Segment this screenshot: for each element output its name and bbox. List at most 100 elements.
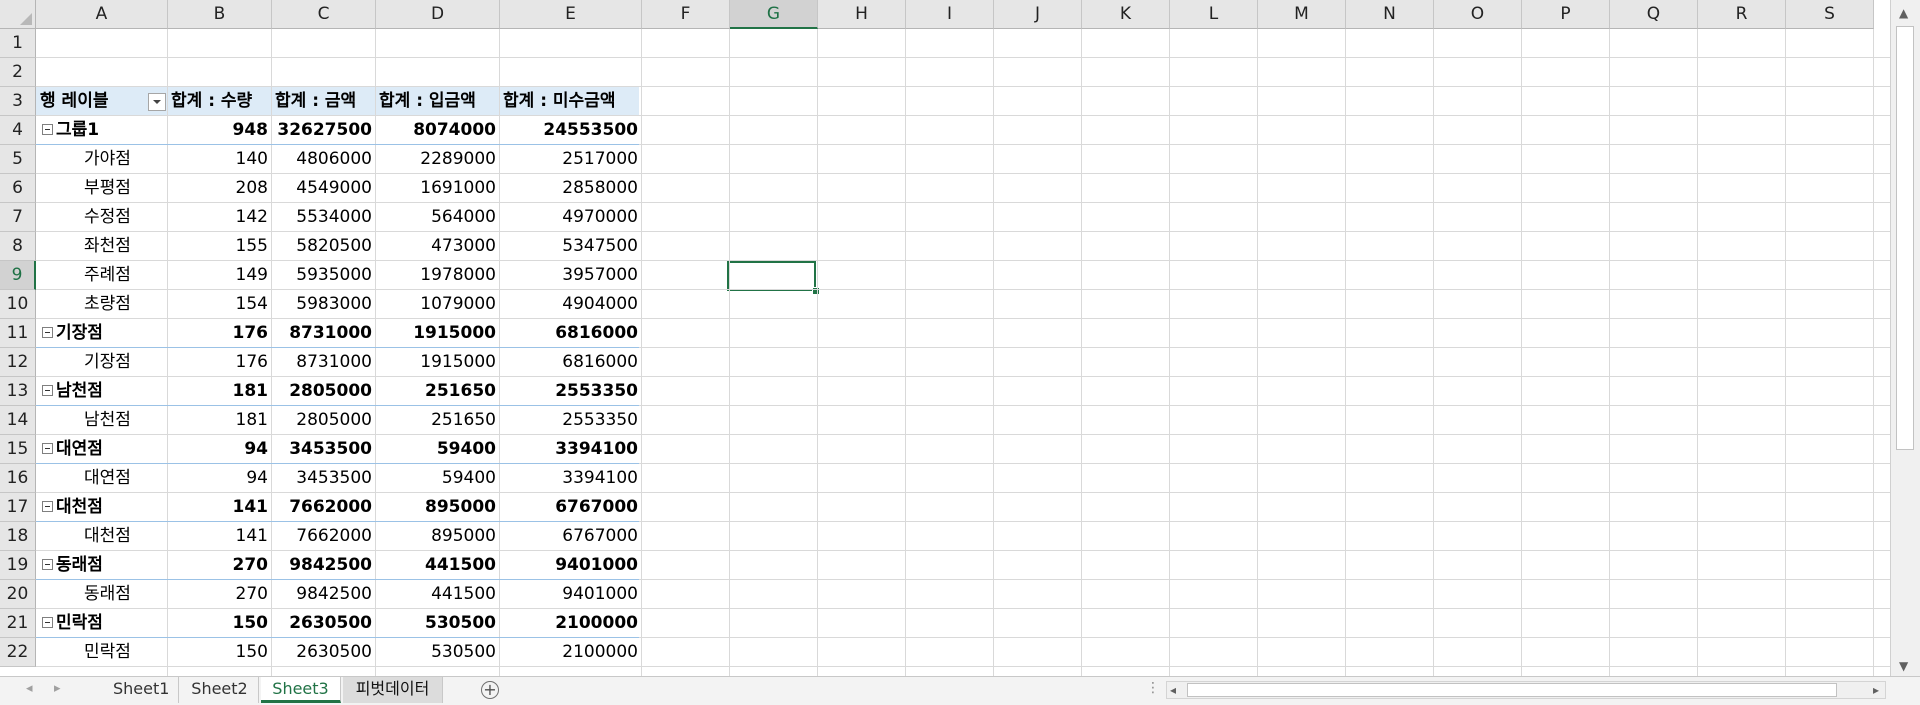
collapse-icon[interactable] <box>42 123 53 135</box>
pivot-amount-cell[interactable]: 7662000 <box>272 493 376 522</box>
column-header-m[interactable]: M <box>1258 0 1346 29</box>
pivot-amount-cell[interactable]: 32627500 <box>272 116 376 145</box>
prev-sheet-icon[interactable]: ◂ <box>26 681 33 696</box>
pivot-amount-cell[interactable]: 4806000 <box>272 145 376 174</box>
column-header-o[interactable]: O <box>1434 0 1522 29</box>
pivot-amount-cell[interactable]: 8731000 <box>272 319 376 348</box>
row-header-4[interactable]: 4 <box>0 116 36 145</box>
row-header-16[interactable]: 16 <box>0 464 36 493</box>
pivot-unpaid-cell[interactable]: 3957000 <box>500 261 642 290</box>
pivot-paid-cell[interactable]: 2289000 <box>376 145 500 174</box>
row-header-20[interactable]: 20 <box>0 580 36 609</box>
scroll-left-icon[interactable]: ◂ <box>1170 683 1176 697</box>
pivot-qty-cell[interactable]: 181 <box>168 406 272 435</box>
pivot-amount-cell[interactable]: 5935000 <box>272 261 376 290</box>
pivot-amount-cell[interactable]: 4549000 <box>272 174 376 203</box>
pivot-qty-cell[interactable]: 150 <box>168 609 272 638</box>
pivot-item-label[interactable]: 민락점 <box>36 638 168 667</box>
pivot-unpaid-cell[interactable]: 6767000 <box>500 493 642 522</box>
pivot-paid-cell[interactable]: 441500 <box>376 580 500 609</box>
pivot-amount-cell[interactable]: 3453500 <box>272 464 376 493</box>
pivot-amount-cell[interactable]: 2805000 <box>272 377 376 406</box>
pivot-paid-cell[interactable]: 1915000 <box>376 348 500 377</box>
pivot-item-label[interactable]: 주례점 <box>36 261 168 290</box>
next-sheet-icon[interactable]: ▸ <box>54 681 61 696</box>
tab-split-dots-icon[interactable]: ⋮ <box>1146 680 1160 696</box>
pivot-paid-cell[interactable]: 441500 <box>376 551 500 580</box>
pivot-item-label[interactable]: 대천점 <box>36 522 168 551</box>
sheet-tab-4[interactable]: 피벗데이터 <box>343 677 443 703</box>
pivot-header-0[interactable]: 행 레이블 <box>36 87 146 116</box>
pivot-qty-cell[interactable]: 149 <box>168 261 272 290</box>
sheet-tab-3[interactable]: Sheet3 <box>261 677 341 703</box>
pivot-item-label[interactable]: 좌천점 <box>36 232 168 261</box>
pivot-group-label[interactable]: 동래점 <box>36 551 168 580</box>
pivot-group-label[interactable]: 그룹1 <box>36 116 168 145</box>
collapse-icon[interactable] <box>42 326 53 338</box>
row-header-15[interactable]: 15 <box>0 435 36 464</box>
active-cell-g9[interactable] <box>727 261 816 291</box>
pivot-qty-cell[interactable]: 141 <box>168 522 272 551</box>
pivot-unpaid-cell[interactable]: 2517000 <box>500 145 642 174</box>
column-header-n[interactable]: N <box>1346 0 1434 29</box>
pivot-item-label[interactable]: 동래점 <box>36 580 168 609</box>
pivot-unpaid-cell[interactable]: 6767000 <box>500 522 642 551</box>
pivot-paid-cell[interactable]: 59400 <box>376 435 500 464</box>
pivot-header-3[interactable]: 합계 : 입금액 <box>376 87 500 116</box>
pivot-unpaid-cell[interactable]: 2553350 <box>500 406 642 435</box>
pivot-qty-cell[interactable]: 208 <box>168 174 272 203</box>
row-header-8[interactable]: 8 <box>0 232 36 261</box>
pivot-qty-cell[interactable]: 181 <box>168 377 272 406</box>
pivot-qty-cell[interactable]: 150 <box>168 638 272 667</box>
pivot-unpaid-cell[interactable]: 24553500 <box>500 116 642 145</box>
scroll-up-icon[interactable]: ▲ <box>1899 6 1908 20</box>
pivot-unpaid-cell[interactable]: 2100000 <box>500 638 642 667</box>
pivot-amount-cell[interactable]: 2630500 <box>272 609 376 638</box>
pivot-group-label[interactable]: 기장점 <box>36 319 168 348</box>
horizontal-scroll-thumb[interactable] <box>1187 683 1837 697</box>
select-all-corner[interactable] <box>0 0 36 29</box>
column-header-q[interactable]: Q <box>1610 0 1698 29</box>
column-header-a[interactable]: A <box>36 0 168 29</box>
column-header-c[interactable]: C <box>272 0 376 29</box>
pivot-amount-cell[interactable]: 2805000 <box>272 406 376 435</box>
collapse-icon[interactable] <box>42 442 53 454</box>
pivot-amount-cell[interactable]: 9842500 <box>272 551 376 580</box>
pivot-qty-cell[interactable]: 176 <box>168 319 272 348</box>
pivot-qty-cell[interactable]: 270 <box>168 551 272 580</box>
column-header-f[interactable]: F <box>642 0 730 29</box>
pivot-paid-cell[interactable]: 473000 <box>376 232 500 261</box>
row-header-5[interactable]: 5 <box>0 145 36 174</box>
pivot-paid-cell[interactable]: 251650 <box>376 377 500 406</box>
column-header-l[interactable]: L <box>1170 0 1258 29</box>
pivot-group-label[interactable]: 대연점 <box>36 435 168 464</box>
pivot-amount-cell[interactable]: 2630500 <box>272 638 376 667</box>
pivot-unpaid-cell[interactable]: 9401000 <box>500 551 642 580</box>
row-label-filter-icon[interactable] <box>148 93 166 111</box>
row-header-12[interactable]: 12 <box>0 348 36 377</box>
pivot-paid-cell[interactable]: 59400 <box>376 464 500 493</box>
pivot-qty-cell[interactable]: 140 <box>168 145 272 174</box>
pivot-item-label[interactable]: 대연점 <box>36 464 168 493</box>
column-header-d[interactable]: D <box>376 0 500 29</box>
pivot-paid-cell[interactable]: 1915000 <box>376 319 500 348</box>
column-header-i[interactable]: I <box>906 0 994 29</box>
pivot-unpaid-cell[interactable]: 2100000 <box>500 609 642 638</box>
pivot-paid-cell[interactable]: 1079000 <box>376 290 500 319</box>
add-sheet-icon[interactable]: + <box>481 681 499 699</box>
pivot-group-label[interactable]: 남천점 <box>36 377 168 406</box>
pivot-amount-cell[interactable]: 5983000 <box>272 290 376 319</box>
row-header-11[interactable]: 11 <box>0 319 36 348</box>
pivot-paid-cell[interactable]: 1691000 <box>376 174 500 203</box>
pivot-paid-cell[interactable]: 8074000 <box>376 116 500 145</box>
pivot-group-label[interactable]: 대천점 <box>36 493 168 522</box>
row-header-6[interactable]: 6 <box>0 174 36 203</box>
pivot-item-label[interactable]: 기장점 <box>36 348 168 377</box>
sheet-tab-2[interactable]: Sheet2 <box>181 677 259 703</box>
pivot-qty-cell[interactable]: 948 <box>168 116 272 145</box>
pivot-unpaid-cell[interactable]: 2858000 <box>500 174 642 203</box>
vertical-scroll-thumb[interactable] <box>1896 26 1914 450</box>
collapse-icon[interactable] <box>42 500 53 512</box>
pivot-unpaid-cell[interactable]: 4904000 <box>500 290 642 319</box>
pivot-unpaid-cell[interactable]: 6816000 <box>500 348 642 377</box>
